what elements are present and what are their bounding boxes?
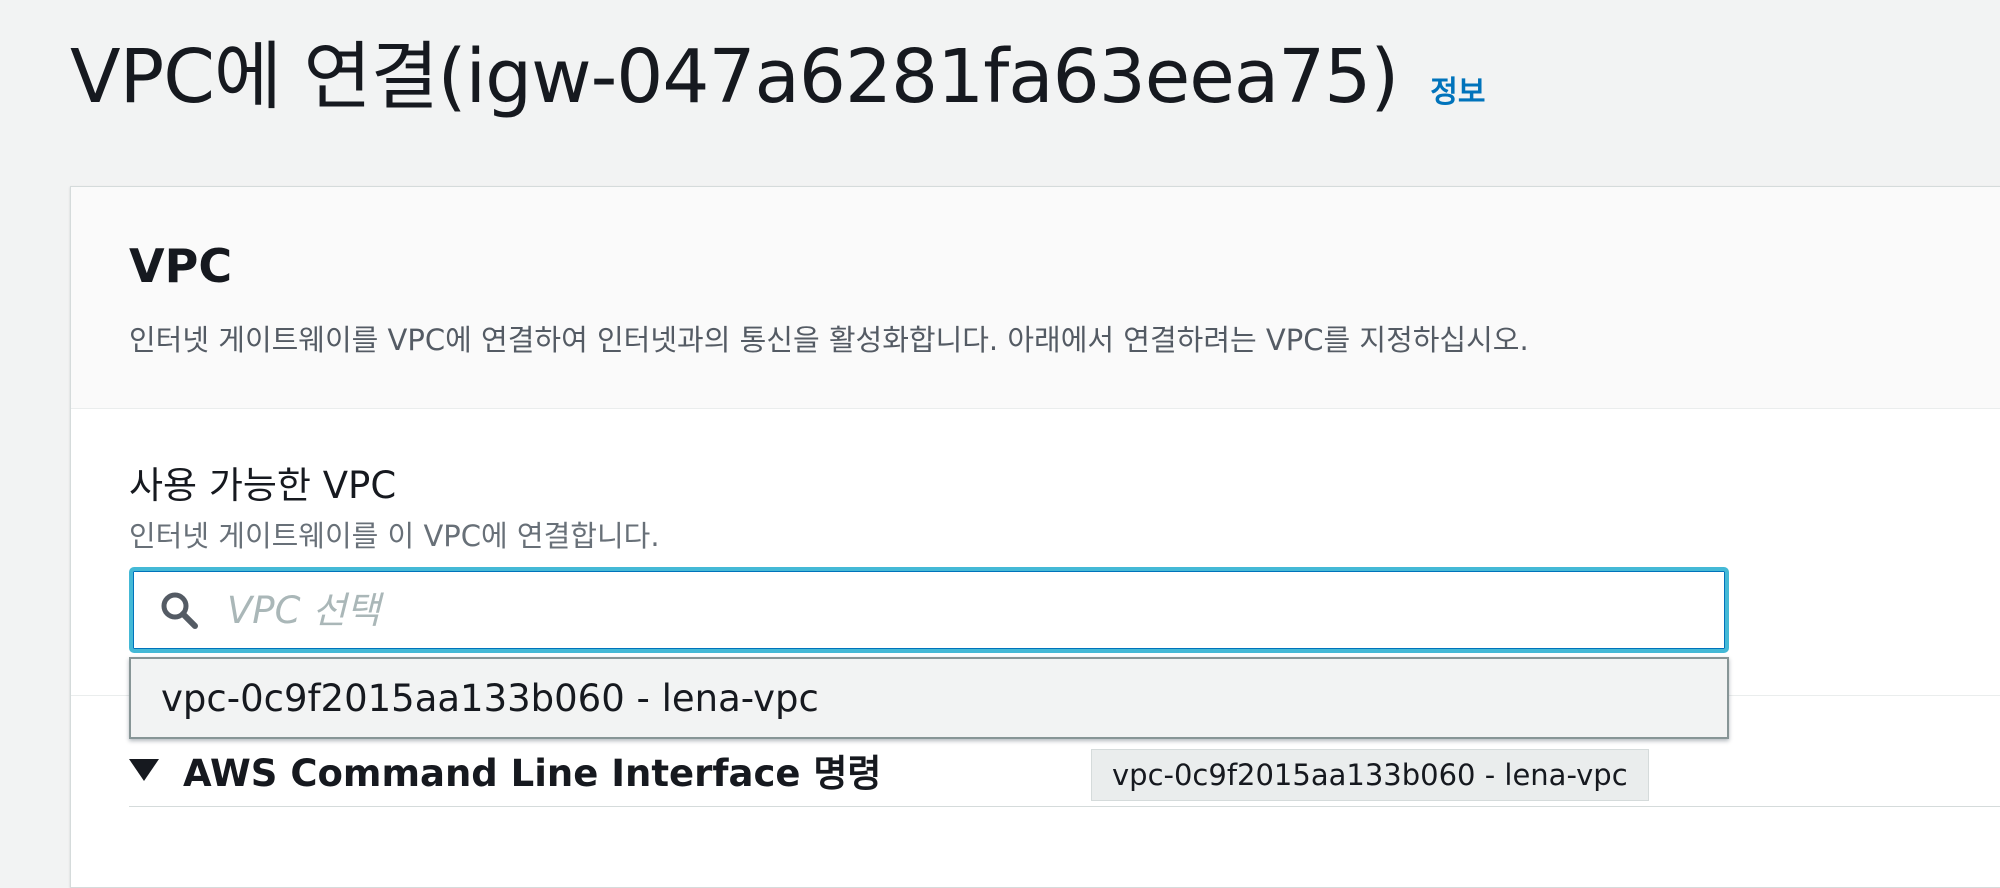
available-vpc-description: 인터넷 게이트웨이를 이 VPC에 연결합니다. bbox=[129, 519, 660, 553]
cli-expander[interactable]: AWS Command Line Interface 명령 bbox=[129, 743, 881, 797]
page-header: VPC에 연결(igw-047a6281fa63eea75) 정보 bbox=[70, 40, 1485, 114]
panel-description: 인터넷 게이트웨이를 VPC에 연결하여 인터넷과의 통신을 활성화합니다. 아… bbox=[129, 323, 1529, 357]
vpc-option[interactable]: vpc-0c9f2015aa133b060 - lena-vpc bbox=[161, 677, 819, 720]
cli-label[interactable]: AWS Command Line Interface 명령 bbox=[183, 743, 881, 797]
page-title: VPC에 연결(igw-047a6281fa63eea75) bbox=[70, 34, 1399, 120]
available-vpc-label: 사용 가능한 VPC bbox=[129, 464, 397, 507]
option-tooltip: vpc-0c9f2015aa133b060 - lena-vpc bbox=[1091, 749, 1649, 801]
info-link[interactable]: 정보 bbox=[1430, 67, 1485, 111]
vpc-dropdown: vpc-0c9f2015aa133b060 - lena-vpc bbox=[129, 657, 1729, 739]
caret-down-icon[interactable] bbox=[129, 759, 159, 781]
cli-divider bbox=[129, 806, 2000, 807]
panel-title: VPC bbox=[129, 239, 233, 293]
vpc-select-field[interactable] bbox=[129, 567, 1729, 653]
vpc-panel: VPC 인터넷 게이트웨이를 VPC에 연결하여 인터넷과의 통신을 활성화합니… bbox=[70, 186, 2000, 888]
panel-header: VPC 인터넷 게이트웨이를 VPC에 연결하여 인터넷과의 통신을 활성화합니… bbox=[71, 187, 2000, 409]
search-icon bbox=[159, 590, 199, 630]
vpc-search-input[interactable] bbox=[225, 587, 1629, 633]
